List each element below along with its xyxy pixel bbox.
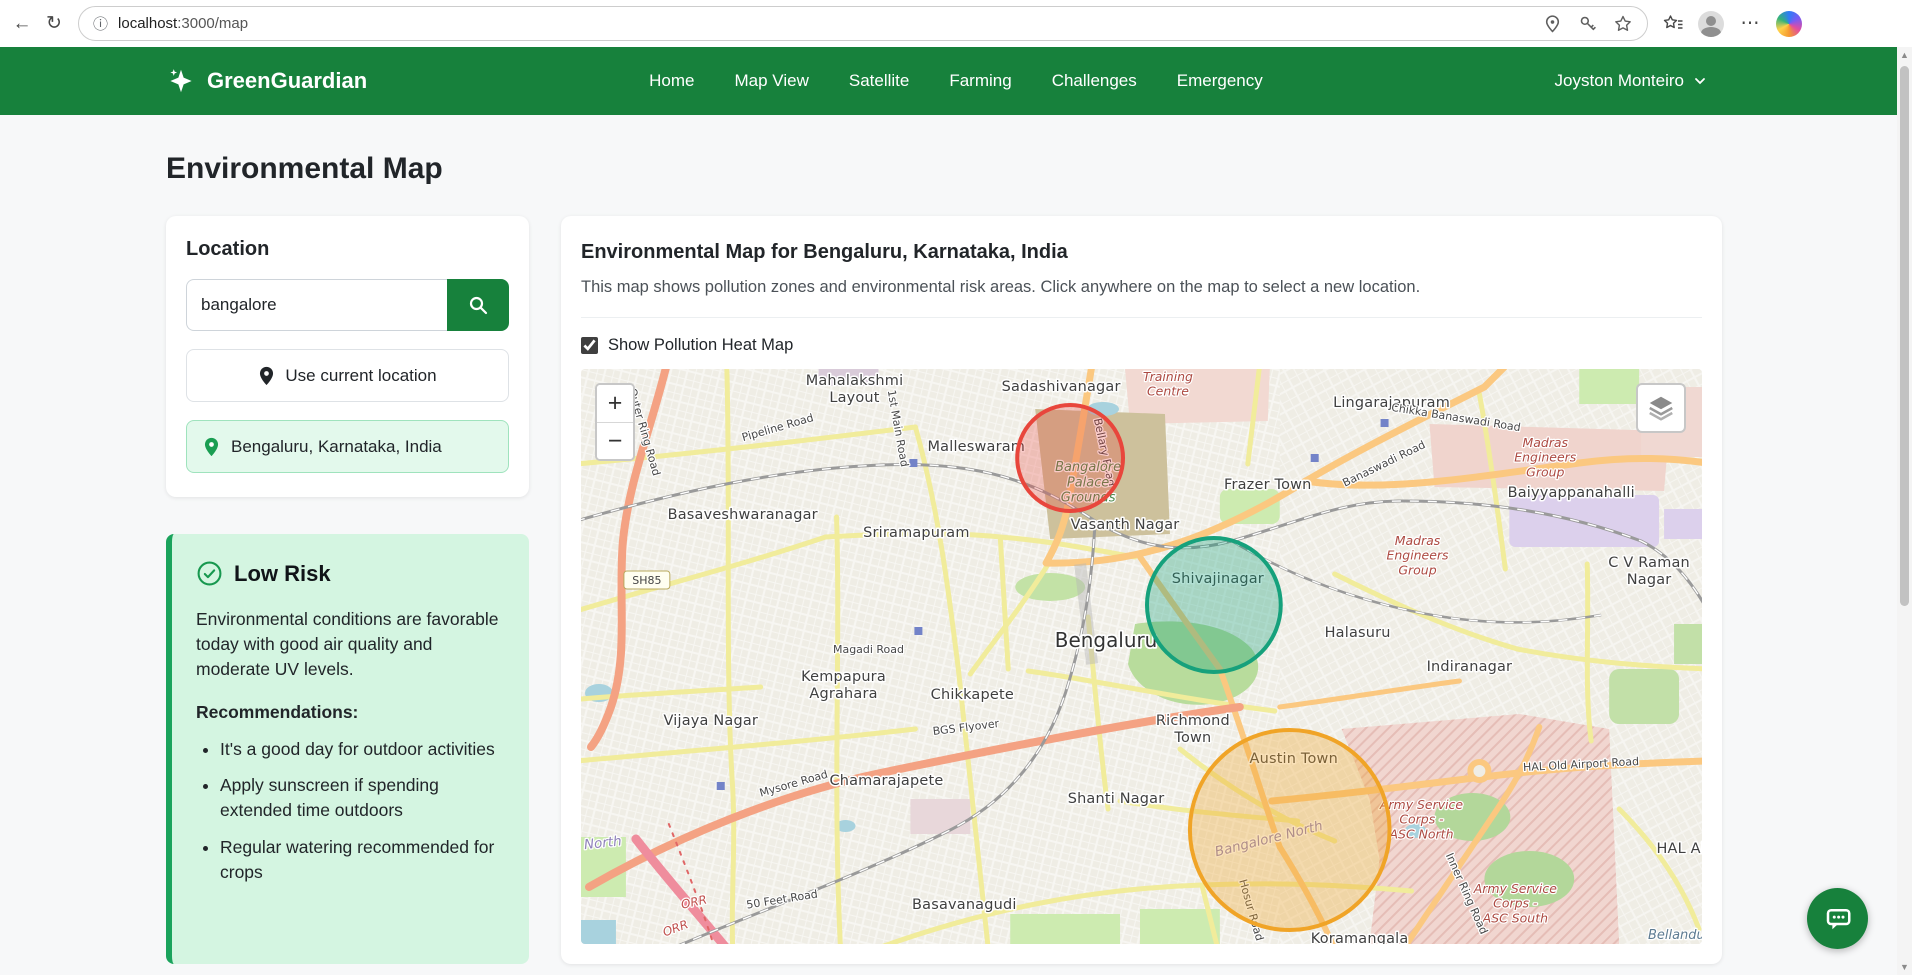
map-label: Bengaluru	[1055, 628, 1158, 652]
favorites-hub-icon[interactable]	[1662, 13, 1684, 35]
recommendation-item: Regular watering recommended for crops	[220, 835, 505, 885]
map-label: Basavanagudi	[912, 897, 1017, 913]
scroll-up-arrow-icon[interactable]: ▲	[1900, 47, 1909, 63]
map-label: Indiranagar	[1427, 659, 1513, 675]
map-label: Kempapura Agrahara	[801, 669, 886, 702]
heatmap-toggle-row[interactable]: Show Pollution Heat Map	[581, 336, 1702, 355]
location-search-input[interactable]	[186, 279, 447, 331]
copilot-icon[interactable]	[1776, 10, 1802, 37]
map-label: Halasuru	[1325, 625, 1391, 641]
selected-location-label: Bengaluru, Karnataka, India	[231, 436, 442, 456]
map-label: Koramangala	[1311, 931, 1409, 944]
map-label: Baiyyappanahalli	[1508, 485, 1635, 501]
refresh-icon[interactable]: ↻	[38, 8, 70, 40]
heatmap-checkbox[interactable]	[581, 337, 598, 354]
layers-icon	[1649, 396, 1673, 421]
chat-icon	[1826, 908, 1850, 929]
map-label: Malleswaram	[928, 439, 1026, 455]
chat-fab-button[interactable]	[1807, 888, 1868, 949]
browser-chrome: ← ↻ ⓘ localhost:3000/map ⋯	[0, 0, 1912, 47]
zoom-out-button[interactable]: −	[597, 422, 633, 459]
geolocation-icon[interactable]	[1543, 14, 1562, 33]
location-heading: Location	[186, 238, 270, 260]
map-tiles: Mahalakshmi LayoutSadashivanagarTraining C…	[581, 369, 1702, 944]
map-section: Show Pollution Heat Map Mahalakshmi Layo…	[581, 317, 1702, 944]
app-navbar: GreenGuardian Home Map View Satellite Farmi…	[0, 47, 1912, 115]
nav-link-home[interactable]: Home	[649, 71, 694, 91]
address-bar[interactable]: ⓘ localhost:3000/map	[78, 6, 1648, 41]
teal-pollution-zone[interactable]	[1144, 536, 1283, 674]
nav-link-map-view[interactable]: Map View	[735, 71, 809, 91]
password-key-icon[interactable]	[1578, 14, 1597, 33]
map-heading: Environmental Map for Bengaluru, Karnata…	[581, 241, 1068, 263]
red-pollution-zone[interactable]	[1015, 403, 1126, 513]
nav-link-satellite[interactable]: Satellite	[849, 71, 909, 91]
page-content: Environmental Map Location Use current l…	[0, 152, 1912, 964]
brand[interactable]: GreenGuardian	[166, 66, 367, 96]
page-scrollbar[interactable]: ▲ ▼	[1897, 47, 1912, 975]
nav-links: Home Map View Satellite Farming Challenges Em…	[649, 71, 1263, 91]
page-title: Environmental Map	[166, 152, 443, 185]
nav-link-emergency[interactable]: Emergency	[1177, 71, 1263, 91]
selected-location-pin-icon	[204, 437, 219, 456]
map-canvas[interactable]: Mahalakshmi Layout Sadashivanagar Training C…	[581, 369, 1702, 944]
map-label: Vijaya Nagar	[664, 713, 759, 729]
search-button[interactable]	[447, 279, 509, 331]
recommendations-heading: Recommendations:	[196, 701, 359, 722]
map-label: Sriramapuram	[863, 525, 969, 541]
nav-link-challenges[interactable]: Challenges	[1052, 71, 1137, 91]
back-icon[interactable]: ←	[6, 8, 38, 40]
check-circle-icon	[197, 561, 222, 586]
risk-panel: Low Risk Environmental conditions are fa…	[166, 534, 529, 964]
map-label: Shanti Nagar	[1068, 791, 1165, 807]
sparkle-logo-icon	[170, 69, 192, 93]
brand-name: GreenGuardian	[207, 68, 368, 93]
recommendations-list: It's a good day for outdoor activities Ap…	[196, 737, 505, 885]
risk-level: Low Risk	[234, 560, 331, 586]
map-zoom-control: + −	[595, 383, 635, 461]
map-label: Sadashivanagar	[1002, 379, 1121, 395]
url-text[interactable]: localhost:3000/map	[118, 15, 248, 32]
browser-profile-avatar[interactable]	[1698, 10, 1724, 37]
recommendation-item: Apply sunscreen if spending extended tim…	[220, 773, 505, 823]
nav-link-farming[interactable]: Farming	[949, 71, 1011, 91]
zoom-in-button[interactable]: +	[597, 385, 633, 422]
use-current-location-button[interactable]: Use current location	[186, 349, 509, 402]
sidebar: Location Use current location Bengaluru,…	[166, 216, 529, 964]
favorite-star-icon[interactable]	[1613, 14, 1633, 34]
map-label: Basaveshwaranagar	[668, 507, 818, 523]
map-label: HAL Airport	[1656, 841, 1702, 857]
map-label: Training Centre	[1143, 369, 1193, 399]
location-panel: Location Use current location Bengaluru,…	[166, 216, 529, 497]
map-panel: Environmental Map for Bengaluru, Karnata…	[561, 216, 1722, 964]
scrollbar-thumb[interactable]	[1900, 66, 1909, 606]
map-label: Magadi Road	[833, 643, 904, 656]
map-description: This map shows pollution zones and envir…	[581, 278, 1421, 296]
heatmap-toggle-label: Show Pollution Heat Map	[608, 336, 794, 354]
orange-pollution-zone[interactable]	[1187, 728, 1392, 932]
user-menu[interactable]: Joyston Monteiro	[1555, 71, 1707, 91]
location-pin-icon	[260, 366, 274, 385]
map-label: Bellandur	[1648, 928, 1702, 943]
map-label: Frazer Town	[1224, 477, 1311, 493]
site-info-icon[interactable]: ⓘ	[93, 13, 108, 34]
map-layers-control[interactable]	[1636, 383, 1686, 433]
scroll-down-arrow-icon[interactable]: ▼	[1900, 959, 1909, 975]
use-current-location-label: Use current location	[285, 365, 437, 385]
map-label: SH85	[632, 574, 661, 587]
map-label: Chamarajapete	[829, 773, 943, 789]
chevron-down-icon	[1695, 78, 1705, 85]
risk-description: Environmental conditions are favorable t…	[196, 609, 499, 679]
selected-location[interactable]: Bengaluru, Karnataka, India	[186, 420, 509, 473]
map-label: Vasanth Nagar	[1071, 517, 1180, 533]
map-label: Chikkapete	[931, 687, 1014, 703]
user-name: Joyston Monteiro	[1554, 71, 1684, 90]
browser-menu-icon[interactable]: ⋯	[1738, 8, 1762, 40]
recommendation-item: It's a good day for outdoor activities	[220, 737, 505, 762]
search-icon	[469, 296, 488, 315]
